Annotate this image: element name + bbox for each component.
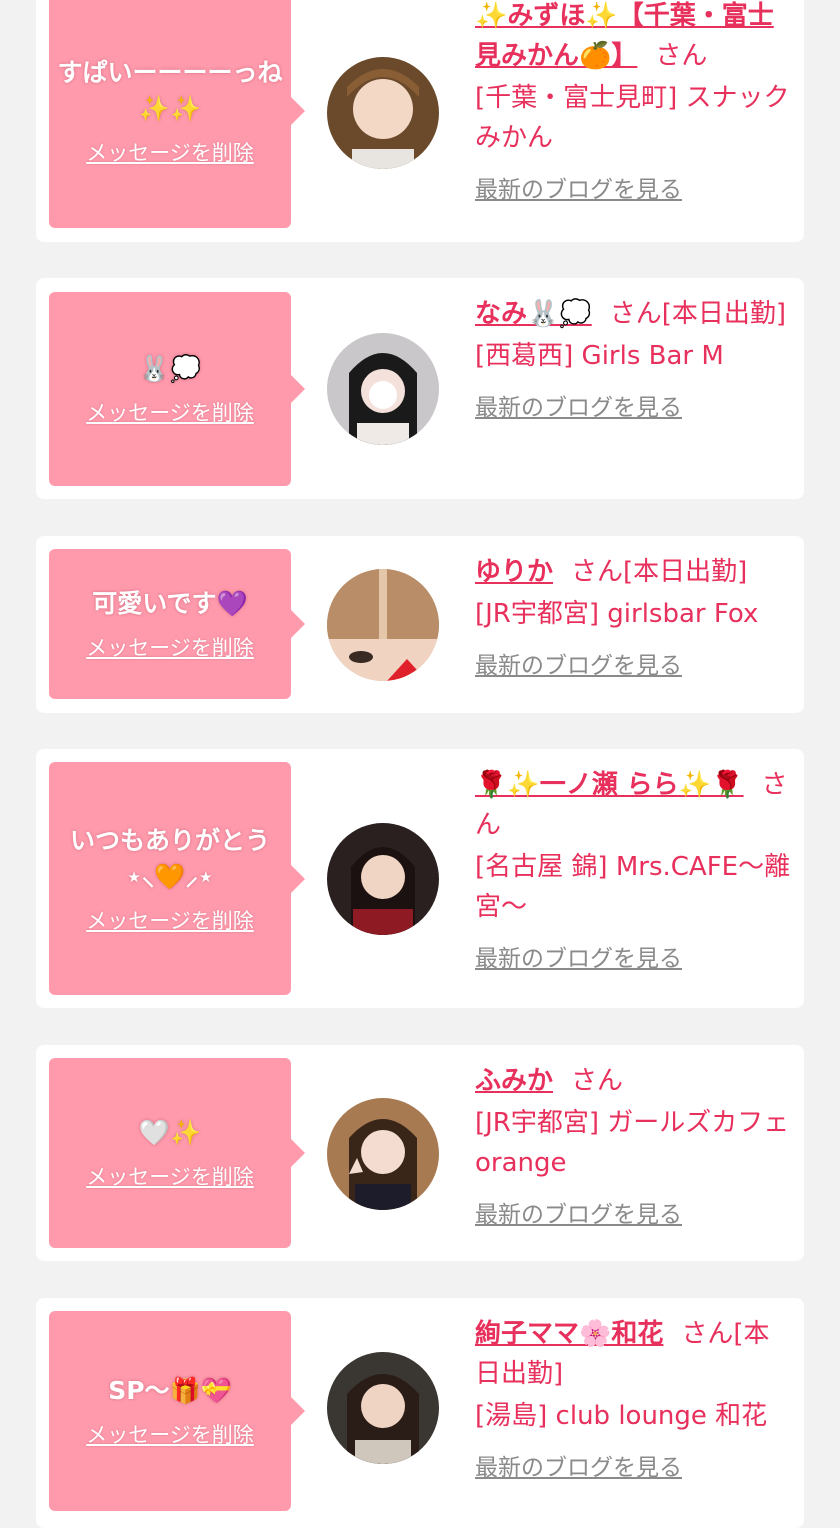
store-info: [JR宇都宮] girlsbar Fox (475, 599, 759, 629)
honorific: さん (571, 1066, 624, 1096)
avatar[interactable] (327, 569, 439, 681)
message-card: いつもありがとう⋆⸜🧡⸝⋆ メッセージを削除 🌹✨一ノ瀬 らら✨🌹 さん [名古屋… (36, 749, 804, 1008)
store-info: [湯島] club lounge 和花 (475, 1401, 768, 1431)
sender-info: なみ🐰💭 さん[本日出勤] [西葛西] Girls Bar M 最新のブログを見る (475, 294, 791, 422)
delete-message-button[interactable]: メッセージを削除 (86, 905, 254, 935)
delete-message-button[interactable]: メッセージを削除 (86, 137, 254, 167)
name-line: なみ🐰💭 さん[本日出勤] (475, 294, 791, 334)
latest-blog-link[interactable]: 最新のブログを見る (475, 646, 682, 680)
honorific: さん (681, 1319, 734, 1349)
avatar-photo-icon (327, 823, 439, 935)
avatar-photo-icon (327, 569, 439, 681)
latest-blog-link[interactable]: 最新のブログを見る (475, 1448, 682, 1482)
delete-message-button[interactable]: メッセージを削除 (86, 1161, 254, 1191)
store-info: [名古屋 錦] Mrs.CAFE〜離宮〜 (475, 852, 791, 922)
avatar-photo-icon (327, 1352, 439, 1464)
message-card: 🐰💭 メッセージを削除 なみ🐰💭 さん[本日出勤] [西葛西] Girls Bar… (36, 278, 804, 499)
message-bubble: 🐰💭 メッセージを削除 (49, 292, 305, 486)
store-info: [JR宇都宮] ガールズカフェ orange (475, 1108, 790, 1178)
avatar[interactable] (327, 1352, 439, 1464)
store-info: [千葉・富士見町] スナックみかん (475, 83, 790, 153)
message-bubble: 🤍✨ メッセージを削除 (49, 1058, 305, 1248)
sender-info: ゆりか さん[本日出勤] [JR宇都宮] girlsbar Fox 最新のブログを… (475, 552, 791, 680)
message-text: いつもありがとう⋆⸜🧡⸝⋆ (69, 825, 270, 891)
message-text: すぱいーーーーっね✨✨ (57, 58, 283, 123)
sender-name-link[interactable]: ゆりか (475, 557, 553, 587)
avatar[interactable] (327, 1098, 439, 1210)
store-info: [西葛西] Girls Bar M (475, 341, 724, 371)
name-line: 🌹✨一ノ瀬 らら✨🌹 さん (475, 765, 791, 845)
honorific: さん (609, 299, 662, 329)
honorific: さん (571, 557, 624, 587)
message-card: 🤍✨ メッセージを削除 ふみか さん [JR宇都宮] ガールズカフェ orange… (36, 1045, 804, 1261)
sender-name-link[interactable]: ふみか (475, 1066, 553, 1096)
avatar-photo-icon (327, 333, 439, 445)
message-text: 可愛いです💜 (92, 589, 248, 618)
avatar[interactable] (327, 333, 439, 445)
sender-info: ふみか さん [JR宇都宮] ガールズカフェ orange 最新のブログを見る (475, 1061, 791, 1229)
sender-name-link[interactable]: ✨みずほ✨【千葉・富士見みかん🍊】 (475, 1, 774, 71)
latest-blog-link[interactable]: 最新のブログを見る (475, 1195, 682, 1229)
name-line: ゆりか さん[本日出勤] (475, 552, 791, 592)
avatar[interactable] (327, 823, 439, 935)
message-text: 🐰💭 (138, 354, 202, 383)
sender-name-link[interactable]: なみ🐰💭 (475, 299, 592, 329)
latest-blog-link[interactable]: 最新のブログを見る (475, 170, 682, 204)
name-line: 絢子ママ🌸和花 さん[本日出勤] (475, 1314, 791, 1394)
name-line: ふみか さん (475, 1061, 791, 1101)
message-card: 可愛いです💜 メッセージを削除 ゆりか さん[本日出勤] [JR宇都宮] girl… (36, 536, 804, 713)
avatar-photo-icon (327, 57, 439, 169)
message-bubble: SP〜🎁💝 メッセージを削除 (49, 1311, 305, 1511)
message-bubble: すぱいーーーーっね✨✨ メッセージを削除 (49, 0, 305, 228)
avatar-photo-icon (327, 1098, 439, 1210)
sender-info: 🌹✨一ノ瀬 らら✨🌹 さん [名古屋 錦] Mrs.CAFE〜離宮〜 最新のブログ… (475, 765, 791, 973)
delete-message-button[interactable]: メッセージを削除 (86, 632, 254, 662)
sender-name-link[interactable]: 絢子ママ🌸和花 (475, 1319, 663, 1349)
delete-message-button[interactable]: メッセージを削除 (86, 397, 254, 427)
honorific: さん (655, 41, 708, 71)
message-card: すぱいーーーーっね✨✨ メッセージを削除 ✨みずほ✨【千葉・富士見みかん🍊】 さん… (36, 0, 804, 242)
latest-blog-link[interactable]: 最新のブログを見る (475, 388, 682, 422)
message-bubble: いつもありがとう⋆⸜🧡⸝⋆ メッセージを削除 (49, 762, 305, 995)
name-line: ✨みずほ✨【千葉・富士見みかん🍊】 さん (475, 0, 791, 76)
message-card: SP〜🎁💝 メッセージを削除 絢子ママ🌸和花 さん[本日出勤] [湯島] club… (36, 1298, 804, 1528)
message-text: 🤍✨ (138, 1118, 202, 1147)
work-status: [本日出勤] (623, 557, 748, 587)
work-status: [本日出勤] (661, 299, 787, 329)
sender-info: 絢子ママ🌸和花 さん[本日出勤] [湯島] club lounge 和花 最新のブ… (475, 1314, 791, 1482)
message-bubble: 可愛いです💜 メッセージを削除 (49, 549, 305, 699)
sender-info: ✨みずほ✨【千葉・富士見みかん🍊】 さん [千葉・富士見町] スナックみかん 最新… (475, 0, 791, 204)
latest-blog-link[interactable]: 最新のブログを見る (475, 939, 682, 973)
avatar[interactable] (327, 57, 439, 169)
delete-message-button[interactable]: メッセージを削除 (86, 1419, 254, 1449)
sender-name-link[interactable]: 🌹✨一ノ瀬 らら✨🌹 (475, 770, 744, 800)
message-text: SP〜🎁💝 (108, 1376, 232, 1405)
